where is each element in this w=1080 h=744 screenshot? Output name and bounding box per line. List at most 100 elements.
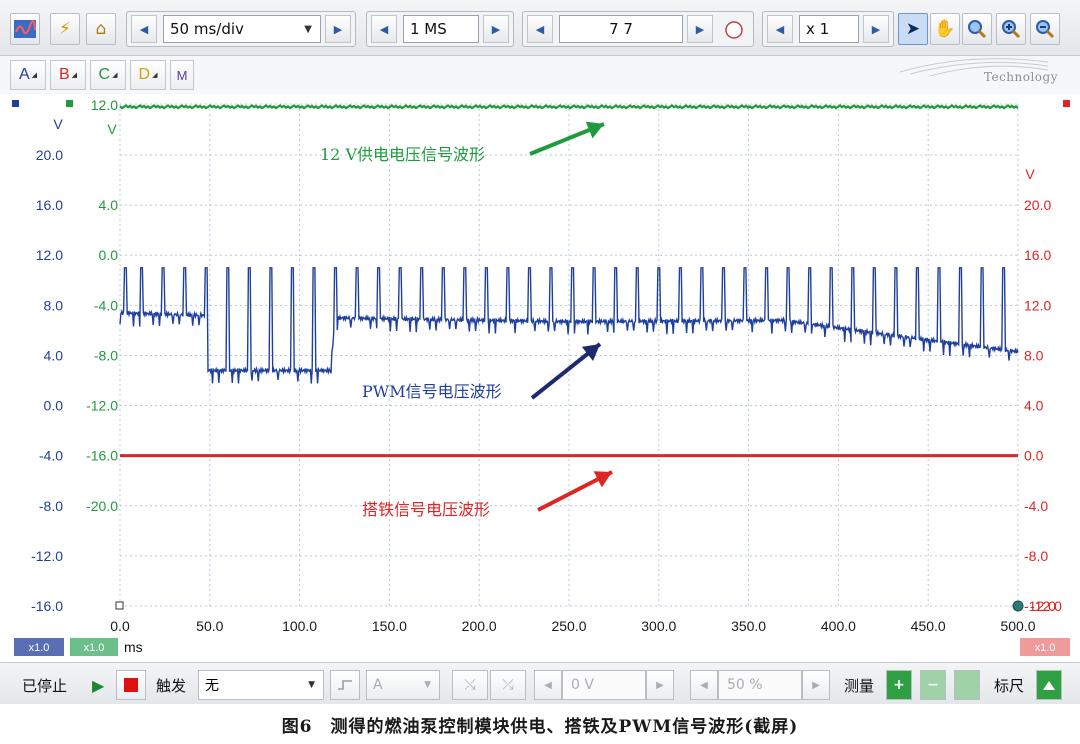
zoom-value: x 1 bbox=[806, 20, 830, 38]
axis1-tick-label: 20.0 bbox=[36, 147, 63, 163]
channel-b-label: B bbox=[58, 66, 70, 83]
position-prev-button[interactable]: ◀ bbox=[690, 670, 718, 700]
axis-right-tick-label: 16.0 bbox=[1024, 247, 1051, 263]
supply-annotation: 12 V供电电压信号波形 bbox=[320, 145, 485, 164]
scale-badge-axis2: x1.0 bbox=[84, 642, 105, 654]
position-next-button[interactable]: ▶ bbox=[802, 670, 830, 700]
axis1-tick-label: 8.0 bbox=[44, 297, 64, 313]
x-tick-label: 250.0 bbox=[551, 618, 586, 634]
capture-next-button[interactable]: ▶ bbox=[687, 15, 713, 43]
axis1-tick-label: -8.0 bbox=[39, 498, 63, 514]
edit-measurement-icon[interactable] bbox=[954, 670, 980, 700]
axis-right-tick-label: 8.0 bbox=[1024, 347, 1044, 363]
timebase-value: 50 ms/div bbox=[170, 20, 244, 38]
zoom-region-icon[interactable] bbox=[962, 13, 992, 45]
math-channel-button[interactable]: M bbox=[170, 60, 194, 90]
run-button[interactable]: ▶ bbox=[92, 671, 104, 699]
zoom-prev-button[interactable]: ◀ bbox=[767, 15, 793, 43]
trigger-level-field[interactable]: 0 V bbox=[562, 670, 646, 700]
rising-edge-icon[interactable]: ⤯ bbox=[452, 670, 488, 700]
trigger-edge-icon[interactable] bbox=[330, 670, 360, 700]
axis2-tick-label: 12.0 bbox=[91, 97, 118, 113]
axis-right-tick-label: 12.0 bbox=[1024, 297, 1051, 313]
chevron-down-icon: ▼ bbox=[424, 680, 431, 690]
channel-c-marker bbox=[66, 100, 73, 107]
capture-prev-button[interactable]: ◀ bbox=[527, 15, 553, 43]
chevron-down-icon: ▼ bbox=[304, 23, 312, 35]
axis1-unit: V bbox=[53, 116, 63, 132]
x-tick-label: 300.0 bbox=[641, 618, 676, 634]
ruler-label: 标尺 bbox=[994, 676, 1025, 695]
lightning-icon[interactable]: ⚡ bbox=[50, 13, 80, 45]
axis2-tick-label: -20.0 bbox=[86, 498, 118, 514]
level-next-button[interactable]: ▶ bbox=[646, 670, 674, 700]
stop-button[interactable] bbox=[116, 670, 146, 700]
axis1-tick-label: -4.0 bbox=[39, 448, 63, 464]
level-prev-button[interactable]: ◀ bbox=[534, 670, 562, 700]
chevron-down-icon: ▼ bbox=[308, 680, 315, 690]
channel-c-button[interactable]: C ◢ bbox=[90, 60, 126, 90]
axis-right-tick-label: 20.0 bbox=[1024, 197, 1051, 213]
trigger-channel-value: A bbox=[373, 677, 383, 693]
trigger-position-field[interactable]: 50 % bbox=[718, 670, 802, 700]
zoom-in-icon[interactable] bbox=[996, 13, 1026, 45]
x-tick-label: 100.0 bbox=[282, 618, 317, 634]
zoom-group: ◀ x 1 ▶ bbox=[762, 11, 894, 47]
axis-right-tick-label: -8.0 bbox=[1024, 548, 1048, 564]
samples-group: ◀ 1 MS ▶ bbox=[366, 11, 514, 47]
math-channel-icon: M bbox=[176, 67, 188, 83]
axis1-tick-label: -12.0 bbox=[31, 548, 63, 564]
capture-value: 7 7 bbox=[609, 20, 633, 38]
x-tick-label: 0.0 bbox=[110, 618, 130, 634]
status-text: 已停止 bbox=[22, 676, 68, 695]
axis2-tick-label: -12.0 bbox=[86, 398, 118, 414]
x-tick-label: 400.0 bbox=[821, 618, 856, 634]
select-pointer-icon[interactable]: ➤ bbox=[898, 13, 928, 45]
zoom-out-icon[interactable] bbox=[1030, 13, 1060, 45]
axis2-tick-label: 4.0 bbox=[99, 197, 119, 213]
timebase-select[interactable]: 50 ms/div ▼ bbox=[163, 15, 321, 43]
ground-annotation: 搭铁信号电压波形 bbox=[362, 500, 490, 519]
channel-a-marker bbox=[12, 100, 19, 107]
remove-measurement-icon[interactable]: − bbox=[920, 670, 946, 700]
scale-badge-right: x1.0 bbox=[1035, 642, 1056, 654]
channel-d-button[interactable]: D ◢ bbox=[130, 60, 166, 90]
ruler-icon[interactable] bbox=[1036, 670, 1062, 700]
axis2-tick-label: 0.0 bbox=[99, 247, 119, 263]
channel-a-button[interactable]: A ◢ bbox=[10, 60, 46, 90]
samples-next-button[interactable]: ▶ bbox=[483, 15, 509, 43]
axis1-tick-label: -16.0 bbox=[31, 598, 63, 614]
channel-d-label: D bbox=[138, 66, 151, 83]
trigger-marker bbox=[115, 601, 124, 610]
channel-bar: A ◢ B ◢ C ◢ D ◢ M bbox=[0, 56, 1080, 94]
compass-icon[interactable] bbox=[721, 17, 747, 43]
channel-c-label: C bbox=[98, 66, 111, 83]
home-icon[interactable]: ⌂ bbox=[86, 13, 116, 45]
x-tick-label: 50.0 bbox=[196, 618, 223, 634]
timebase-next-button[interactable]: ▶ bbox=[325, 15, 351, 43]
axis1-tick-label: 0.0 bbox=[44, 398, 64, 414]
axis-right-tick-label: 4.0 bbox=[1024, 398, 1044, 414]
scope-mode-icon[interactable] bbox=[10, 13, 40, 45]
samples-prev-button[interactable]: ◀ bbox=[371, 15, 397, 43]
x-tick-label: 350.0 bbox=[731, 618, 766, 634]
falling-edge-icon[interactable]: ⤰ bbox=[490, 670, 526, 700]
zoom-field[interactable]: x 1 bbox=[799, 15, 859, 43]
oscilloscope-plot[interactable]: V 20.0 16.0 12.0 8.0 4.0 0.0 -4.0 -8.0 -12.0 -16.0… bbox=[0, 94, 1080, 660]
capture-field[interactable]: 7 7 bbox=[559, 15, 683, 43]
zoom-next-button[interactable]: ▶ bbox=[863, 15, 889, 43]
x-tick-label: 200.0 bbox=[462, 618, 497, 634]
axis1-tick-label: 12.0 bbox=[36, 247, 63, 263]
trigger-position-value: 50 % bbox=[727, 677, 763, 693]
channel-b-button[interactable]: B ◢ bbox=[50, 60, 86, 90]
trigger-channel-select[interactable]: A ▼ bbox=[366, 670, 440, 700]
figure-caption: 图6 测得的燃油泵控制模块供电、搭铁及PWM信号波形(截屏) bbox=[281, 717, 799, 737]
trigger-label: 触发 bbox=[156, 676, 187, 695]
add-measurement-icon[interactable]: + bbox=[886, 670, 912, 700]
trigger-mode-select[interactable]: 无 ▼ bbox=[198, 670, 324, 700]
timebase-prev-button[interactable]: ◀ bbox=[131, 15, 157, 43]
time-ruler-marker bbox=[1012, 600, 1024, 612]
stop-icon bbox=[124, 678, 138, 692]
hand-pan-icon[interactable]: ✋ bbox=[930, 13, 960, 45]
samples-field[interactable]: 1 MS bbox=[403, 15, 479, 43]
